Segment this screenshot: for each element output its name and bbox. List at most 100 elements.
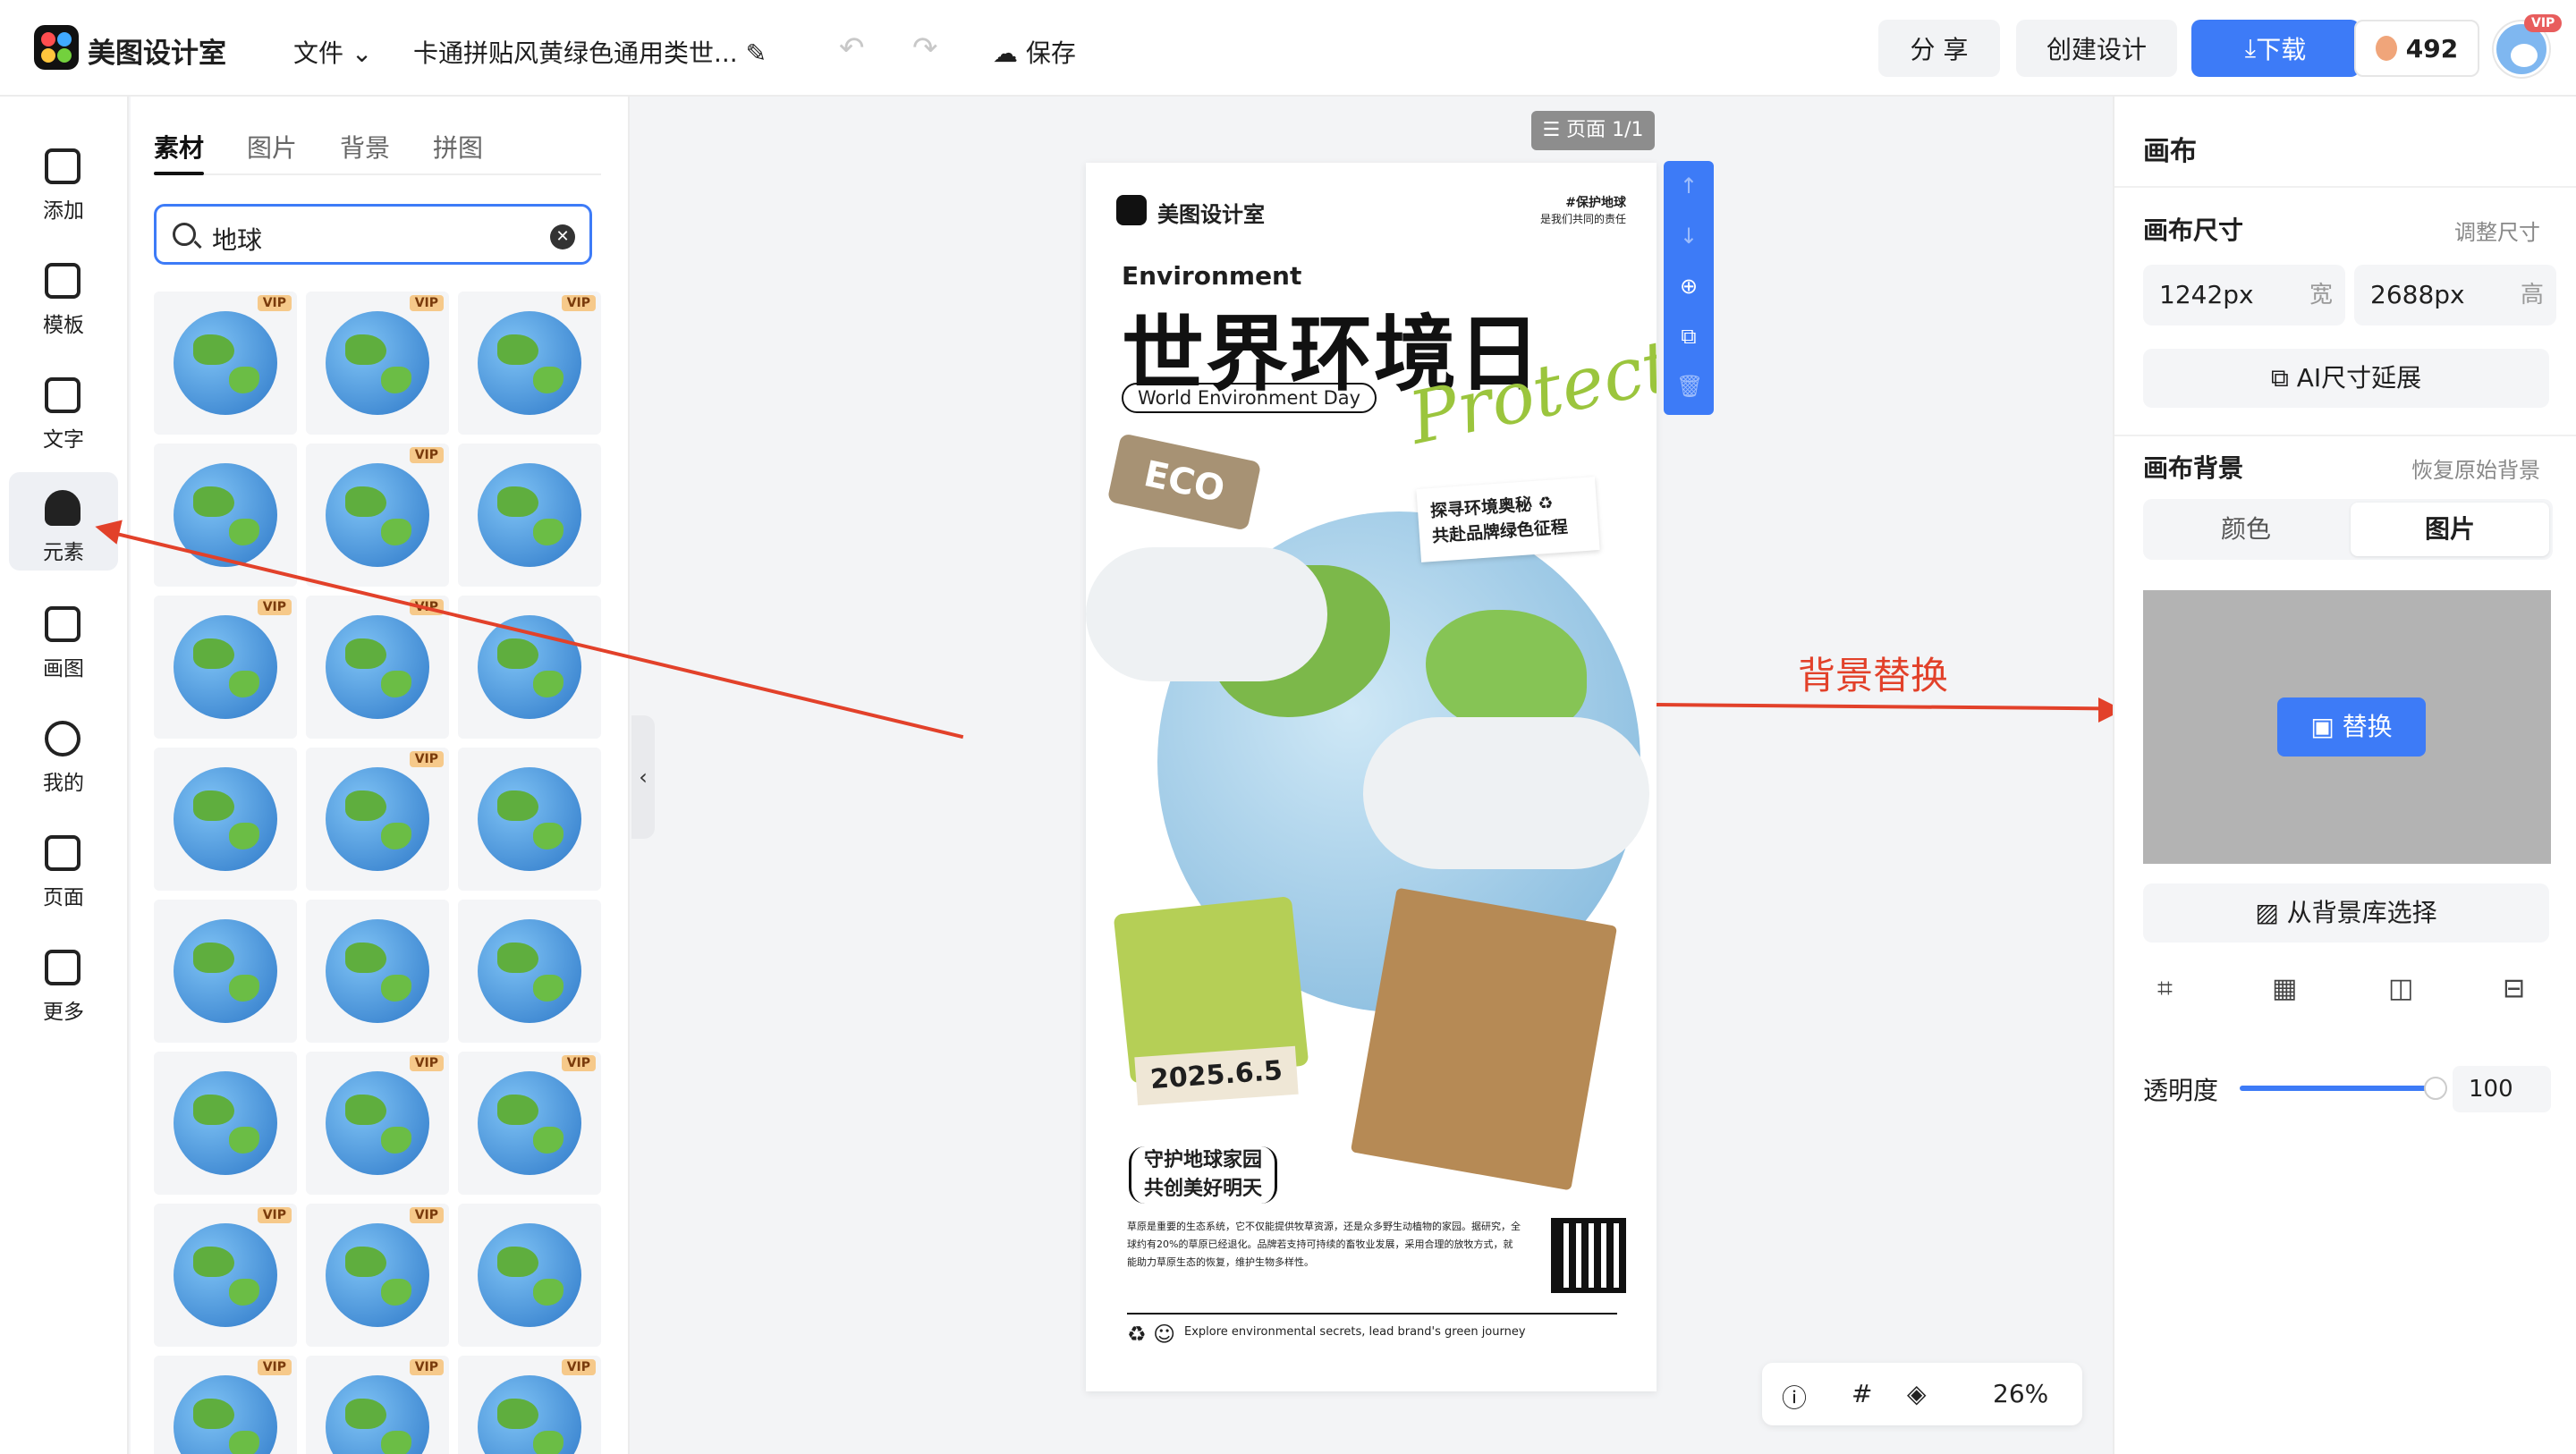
result-item[interactable]: VIP (306, 1052, 449, 1195)
tab-background[interactable]: 背景 (340, 129, 390, 165)
result-item[interactable]: VIP (306, 1204, 449, 1347)
vip-tag: VIP (257, 599, 292, 615)
toolbar-add[interactable]: 添加 (9, 131, 118, 229)
flip-vertical-icon[interactable]: ⊟ (2503, 973, 2525, 1004)
app-logo-icon[interactable] (34, 25, 79, 70)
layers-icon[interactable]: ◈ (1907, 1379, 1927, 1408)
segment-image[interactable]: 图片 (2351, 503, 2549, 556)
toolbar-draw[interactable]: 画图 (9, 588, 118, 687)
result-item[interactable]: VIP (154, 1204, 297, 1347)
result-item[interactable]: VIP (154, 292, 297, 435)
result-item[interactable] (458, 1204, 601, 1347)
library-label: 从背景库选择 (2286, 898, 2437, 927)
search-input[interactable]: 地球 ✕ (154, 204, 592, 265)
globe-icon (174, 615, 277, 719)
vip-tag: VIP (257, 1207, 292, 1223)
document-title[interactable]: 卡通拼贴风黄绿色通用类世... ✎ (413, 34, 767, 70)
material-panel: 素材 图片 背景 拼图 地球 ✕ VIP VIP VIP VIP VIP VIP… (131, 97, 630, 1454)
toolbar-label: 模板 (43, 314, 84, 337)
download-label: 下载 (2256, 35, 2307, 64)
result-item[interactable]: VIP (154, 1356, 297, 1454)
globe-icon (326, 1071, 429, 1175)
opacity-slider[interactable] (2240, 1086, 2431, 1091)
tab-collage[interactable]: 拼图 (433, 129, 483, 165)
segment-color[interactable]: 颜色 (2147, 503, 2345, 556)
result-item[interactable] (458, 596, 601, 739)
globe-icon (326, 1375, 429, 1454)
annotation-arrow-right (1656, 703, 2102, 711)
page-indicator[interactable]: ☰ 页面 1/1 (1531, 111, 1655, 150)
height-field[interactable]: 2688px 高 (2354, 265, 2556, 325)
toolbar-text[interactable]: 文字 (9, 359, 118, 458)
zoom-level[interactable]: 26% (1993, 1379, 2048, 1408)
tab-images[interactable]: 图片 (247, 129, 297, 165)
result-item[interactable] (154, 748, 297, 891)
choose-from-library-button[interactable]: ▨ 从背景库选择 (2143, 883, 2549, 943)
share-button[interactable]: 分 享 (1878, 20, 2000, 77)
clear-icon[interactable]: ✕ (550, 224, 575, 249)
result-item[interactable]: VIP (154, 596, 297, 739)
ai-extend-icon: ⧉ (2270, 363, 2297, 393)
replace-button[interactable]: ▣ 替换 (2277, 697, 2426, 757)
result-item[interactable]: VIP (306, 748, 449, 891)
result-item[interactable]: VIP (306, 596, 449, 739)
coin-balance[interactable]: 492 (2354, 20, 2479, 77)
ai-extend-button[interactable]: ⧉ AI尺寸延展 (2143, 349, 2549, 408)
result-item[interactable] (458, 900, 601, 1043)
crop-icon[interactable]: ⌗ (2157, 973, 2173, 1004)
redo-icon[interactable]: ↷ (912, 30, 938, 66)
result-item[interactable]: VIP (306, 292, 449, 435)
result-item[interactable]: VIP (306, 1356, 449, 1454)
result-item[interactable] (306, 900, 449, 1043)
poster-canvas[interactable]: 美图设计室 #保护地球 是我们共同的责任 Environment 世界环境日 W… (1086, 163, 1657, 1391)
result-item[interactable] (154, 1052, 297, 1195)
globe-icon (174, 919, 277, 1023)
toolbar-more[interactable]: 更多 (9, 932, 118, 1030)
result-item[interactable]: VIP (458, 292, 601, 435)
trash-icon[interactable]: 🗑 (1676, 374, 1703, 399)
result-item[interactable] (458, 748, 601, 891)
file-menu[interactable]: 文件 ⌄ (293, 34, 372, 70)
opacity-input[interactable]: 100 (2453, 1066, 2551, 1112)
save-label: 保存 (1025, 38, 1076, 68)
toolbar-mine[interactable]: 我的 (9, 703, 118, 801)
coin-icon (2375, 36, 2397, 61)
globe-icon (174, 1375, 277, 1454)
create-design-button[interactable]: 创建设计 (2016, 20, 2177, 77)
download-button[interactable]: ⤓ 下载 (2191, 20, 2360, 77)
collapse-panel-handle[interactable]: ‹ (631, 715, 655, 839)
save-button[interactable]: ☁ 保存 (993, 34, 1076, 70)
panel-title: 画布 (2143, 136, 2197, 167)
undo-icon[interactable]: ↶ (839, 30, 865, 66)
result-item[interactable]: VIP (458, 1052, 601, 1195)
duplicate-icon[interactable]: ⧉ (1676, 324, 1701, 349)
result-item[interactable] (154, 900, 297, 1043)
flip-horizontal-icon[interactable]: ◫ (2388, 973, 2413, 1004)
width-field[interactable]: 1242px 宽 (2143, 265, 2345, 325)
grid-icon[interactable]: # (1852, 1379, 1872, 1408)
opacity-slider-handle[interactable] (2424, 1077, 2447, 1100)
globe-icon (326, 919, 429, 1023)
arrow-down-icon[interactable]: ↓ (1676, 224, 1701, 249)
tab-material[interactable]: 素材 (154, 129, 205, 175)
restore-background-link[interactable]: 恢复原始背景 (2411, 452, 2540, 484)
material-tabs: 素材 图片 背景 拼图 (154, 129, 601, 175)
toolbar-template[interactable]: 模板 (9, 245, 118, 343)
shapes-icon (45, 490, 80, 526)
resize-link[interactable]: 调整尺寸 (2454, 215, 2540, 246)
result-item[interactable]: VIP (306, 444, 449, 587)
adjust-image-icon[interactable]: ▦ (2272, 973, 2297, 1004)
result-item[interactable] (154, 444, 297, 587)
help-icon[interactable]: ⓘ (1782, 1379, 1807, 1415)
add-circle-icon[interactable]: ⊕ (1676, 274, 1701, 299)
result-item[interactable]: VIP (458, 1356, 601, 1454)
results-grid: VIP VIP VIP VIP VIP VIP VIP VIP VIP VIP … (154, 292, 601, 1454)
canvas-size-label: 画布尺寸 (2143, 216, 2244, 245)
toolbar-label: 添加 (43, 199, 84, 223)
result-item[interactable] (458, 444, 601, 587)
toolbar-label: 文字 (43, 428, 84, 452)
vip-tag: VIP (561, 295, 596, 311)
qr-code-icon (1551, 1218, 1626, 1293)
arrow-up-icon[interactable]: ↑ (1676, 173, 1701, 199)
toolbar-pages[interactable]: 页面 (9, 817, 118, 916)
